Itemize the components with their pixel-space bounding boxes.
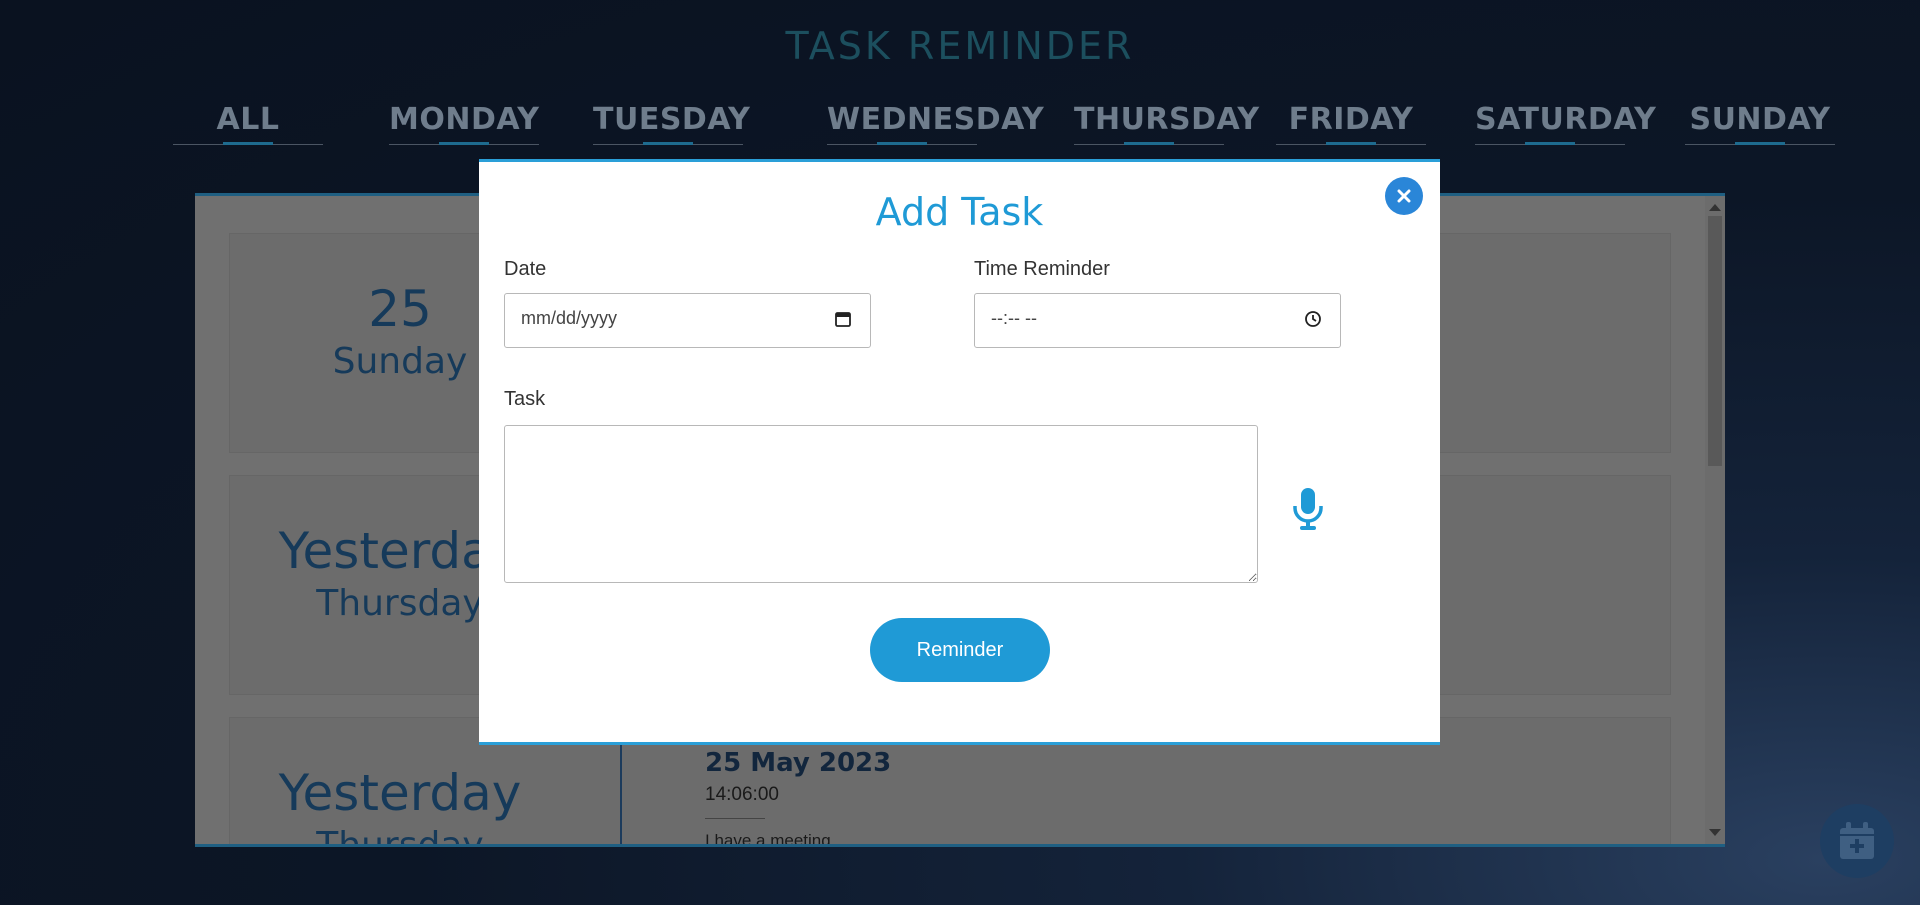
add-task-fab[interactable] [1820,804,1894,878]
add-task-modal: Add Task Date mm/dd/yyyy Time Reminder -… [479,159,1440,745]
tab-accent [643,142,693,145]
date-label: Date [504,258,547,280]
modal-title: Add Task [875,190,1044,234]
tab-accent [877,142,927,145]
date-input[interactable]: mm/dd/yyyy [504,293,871,348]
date-placeholder: mm/dd/yyyy [521,308,618,328]
entry-separator [705,818,765,819]
tab-tuesday[interactable]: TUESDAY [593,100,751,145]
tab-monday[interactable]: MONDAY [389,100,539,145]
tab-label: FRIDAY [1288,102,1414,137]
tab-label: MONDAY [389,102,540,137]
tab-sunday[interactable]: SUNDAY [1685,100,1835,145]
calendar-icon[interactable] [834,310,852,328]
entry-time: 14:06:00 [705,784,779,805]
tab-accent [1124,142,1174,145]
entry-day: Thursday [316,825,484,847]
task-label: Task [504,388,546,410]
time-reminder-label: Time Reminder [974,258,1110,280]
scrollbar[interactable] [1705,196,1725,844]
clock-icon[interactable] [1304,310,1322,328]
time-reminder-input[interactable]: --:-- -- [974,293,1341,348]
scrollbar-thumb[interactable] [1708,216,1722,466]
tab-accent [439,142,489,145]
tab-all[interactable]: ALL [173,100,323,145]
entry-text: I have a meeting [705,831,831,847]
tab-wednesday[interactable]: WEDNESDAY [827,100,1045,145]
tab-label: SATURDAY [1475,102,1657,137]
day-tabs: ALL MONDAY TUESDAY WEDNESDAY THURSDAY FR… [0,100,1920,150]
entry-date-primary: Yesterday [278,764,522,822]
task-textarea[interactable] [504,425,1258,583]
tab-accent [1735,142,1785,145]
tab-accent [1326,142,1376,145]
tab-label: WEDNESDAY [827,102,1045,137]
tab-friday[interactable]: FRIDAY [1276,100,1426,145]
tab-thursday[interactable]: THURSDAY [1074,100,1260,145]
time-placeholder: --:-- -- [991,308,1037,328]
tab-label: TUESDAY [593,102,751,137]
tab-accent [1525,142,1575,145]
reminder-submit-button[interactable]: Reminder [870,618,1050,682]
entry-info: 25 May 2023 14:06:00 I have a meeting [705,748,892,847]
tab-label: SUNDAY [1689,102,1831,137]
voice-input-button[interactable] [1292,487,1324,536]
microphone-icon [1293,488,1323,530]
tab-label: THURSDAY [1074,102,1260,137]
tab-saturday[interactable]: SATURDAY [1475,100,1657,145]
scroll-up-icon[interactable] [1709,204,1721,211]
tab-label: ALL [216,102,280,137]
close-button[interactable] [1385,177,1423,215]
scroll-down-icon[interactable] [1709,829,1721,836]
app-title: TASK REMINDER [785,24,1135,68]
close-icon [1397,189,1411,203]
entry-title: 25 May 2023 [705,748,892,778]
tab-accent [223,142,273,145]
calendar-plus-icon [1840,822,1874,859]
